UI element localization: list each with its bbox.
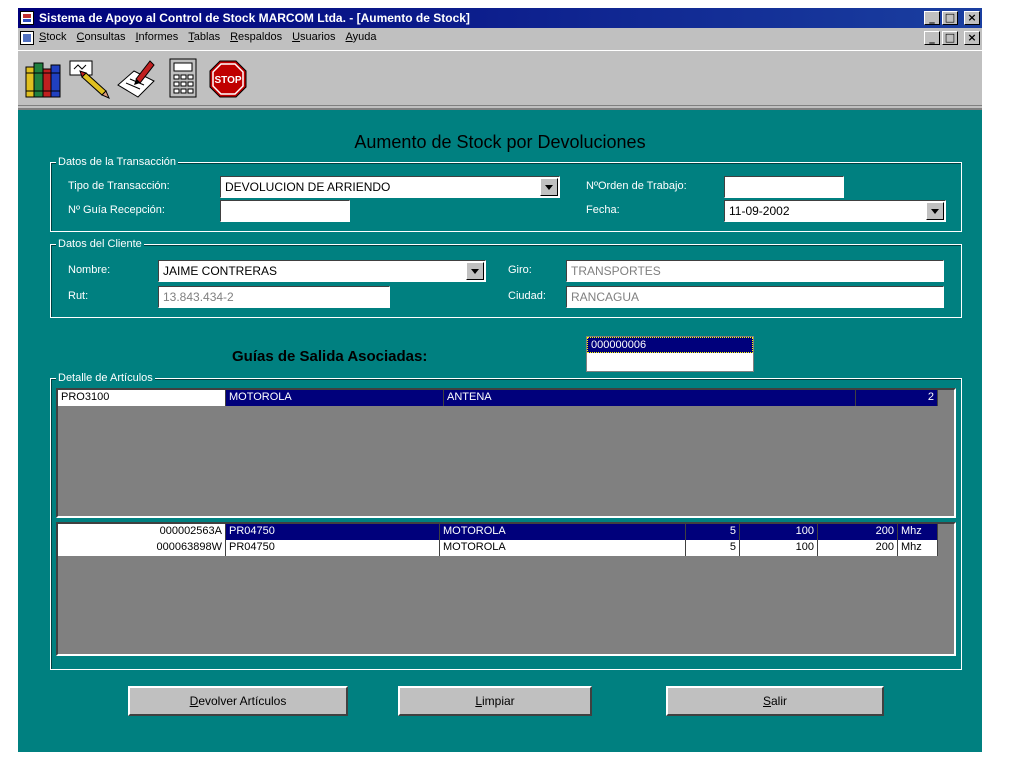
fecha-label: Fecha: <box>586 204 620 216</box>
list-item[interactable]: 000000006 <box>587 337 753 353</box>
menu-consultas[interactable]: Consultas <box>77 31 126 43</box>
chevron-down-icon[interactable] <box>926 202 944 220</box>
cell-cantidad[interactable]: 2 <box>856 390 938 406</box>
articulos-grid[interactable]: PRO3100 MOTOROLA ANTENA 2 <box>56 388 956 518</box>
minimize-button[interactable]: _ <box>924 11 940 25</box>
cell-descripcion[interactable]: ANTENA <box>444 390 856 406</box>
cell-codigo[interactable]: PR04750 <box>226 540 440 556</box>
menu-ayuda[interactable]: Ayuda <box>346 31 377 43</box>
menu-usuarios[interactable]: Usuarios <box>292 31 335 43</box>
fecha-combo[interactable]: 11-09-2002 <box>724 200 946 222</box>
cell-c1[interactable]: 5 <box>686 524 740 540</box>
mdi-restore-button[interactable]: □ <box>942 31 958 45</box>
menu-respaldos[interactable]: Respaldos <box>230 31 282 43</box>
orden-trabajo-label: NºOrden de Trabajo: <box>586 180 687 192</box>
close-button[interactable]: × <box>964 11 980 25</box>
mdi-window-controls: _ □ × <box>924 31 980 45</box>
main-form: Aumento de Stock por Devoluciones Datos … <box>18 108 982 752</box>
giro-label: Giro: <box>508 264 532 276</box>
cell-unidad[interactable]: Mhz <box>898 540 938 556</box>
guias-salida-list[interactable]: 000000006 <box>586 336 754 372</box>
stop-icon[interactable]: STOP <box>206 57 250 101</box>
client-group: Datos del Cliente Nombre: JAIME CONTRERA… <box>50 238 962 318</box>
detail-legend: Detalle de Artículos <box>56 372 155 384</box>
menu-items: Stock Consultas Informes Tablas Respaldo… <box>39 31 377 43</box>
cell-marca[interactable]: MOTOROLA <box>440 524 686 540</box>
document-icon[interactable] <box>20 31 34 45</box>
ciudad-label: Ciudad: <box>508 290 546 302</box>
svg-text:STOP: STOP <box>214 75 241 86</box>
pencil-icon[interactable] <box>68 57 112 101</box>
orden-trabajo-input[interactable] <box>724 176 844 198</box>
rut-label: Rut: <box>68 290 89 302</box>
window-title: Sistema de Apoyo al Control de Stock MAR… <box>39 11 470 25</box>
menu-stock[interactable]: Stock <box>39 31 67 43</box>
transaction-group: Datos de la Transacción Tipo de Transacc… <box>50 156 962 232</box>
guias-salida-label: Guías de Salida Asociadas: <box>232 348 428 365</box>
document-edit-icon[interactable] <box>114 57 158 101</box>
cell-c3[interactable]: 200 <box>818 540 898 556</box>
detail-group: Detalle de Artículos PRO3100 MOTOROLA AN… <box>50 372 962 670</box>
scrollbar[interactable] <box>938 524 954 654</box>
ciudad-input[interactable]: RANCAGUA <box>566 286 944 308</box>
client-legend: Datos del Cliente <box>56 238 144 250</box>
limpiar-button[interactable]: Limpiar <box>398 686 592 716</box>
salir-button[interactable]: Salir <box>666 686 884 716</box>
form-title: Aumento de Stock por Devoluciones <box>354 132 646 152</box>
cell-marca[interactable]: MOTOROLA <box>440 540 686 556</box>
cell-c1[interactable]: 5 <box>686 540 740 556</box>
tipo-transaccion-combo[interactable]: DEVOLUCION DE ARRIENDO <box>220 176 560 198</box>
cell-unidad[interactable]: Mhz <box>898 524 938 540</box>
table-row[interactable]: 000002563A PR04750 MOTOROLA 5 100 200 Mh… <box>58 524 938 540</box>
window-controls: _ □ × <box>924 11 980 25</box>
rut-input[interactable]: 13.843.434-2 <box>158 286 390 308</box>
maximize-button[interactable]: □ <box>942 11 958 25</box>
cell-c3[interactable]: 200 <box>818 524 898 540</box>
cell-c2[interactable]: 100 <box>740 540 818 556</box>
books-icon[interactable] <box>22 57 66 101</box>
toolbar: STOP <box>18 50 982 106</box>
chevron-down-icon[interactable] <box>466 262 484 280</box>
cell-codigo[interactable]: PR04750 <box>226 524 440 540</box>
menu-informes[interactable]: Informes <box>135 31 178 43</box>
table-row[interactable]: PRO3100 MOTOROLA ANTENA 2 <box>58 390 938 406</box>
cell-codigo[interactable]: PRO3100 <box>58 390 226 406</box>
menu-bar: Stock Consultas Informes Tablas Respaldo… <box>18 28 982 48</box>
scrollbar[interactable] <box>938 390 954 516</box>
cell-marca[interactable]: MOTOROLA <box>226 390 444 406</box>
guia-recepcion-input[interactable] <box>220 200 350 222</box>
nombre-label: Nombre: <box>68 264 111 276</box>
cell-c2[interactable]: 100 <box>740 524 818 540</box>
chevron-down-icon[interactable] <box>540 178 558 196</box>
calculator-icon[interactable] <box>160 57 204 101</box>
cell-serie[interactable]: 000002563A <box>58 524 226 540</box>
tipo-transaccion-label: Tipo de Transacción: <box>68 180 170 192</box>
cell-serie[interactable]: 000063898W <box>58 540 226 556</box>
series-grid[interactable]: 000002563A PR04750 MOTOROLA 5 100 200 Mh… <box>56 522 956 656</box>
table-row[interactable]: 000063898W PR04750 MOTOROLA 5 100 200 Mh… <box>58 540 938 556</box>
giro-input[interactable]: TRANSPORTES <box>566 260 944 282</box>
title-bar[interactable]: Sistema de Apoyo al Control de Stock MAR… <box>18 8 982 28</box>
devolver-articulos-button[interactable]: Devolver Artículos <box>128 686 348 716</box>
app-icon[interactable] <box>20 11 34 25</box>
mdi-close-button[interactable]: × <box>964 31 980 45</box>
app-window: Sistema de Apoyo al Control de Stock MAR… <box>18 8 982 752</box>
guia-recepcion-label: Nº Guía Recepción: <box>68 204 165 216</box>
mdi-minimize-button[interactable]: _ <box>924 31 940 45</box>
nombre-combo[interactable]: JAIME CONTRERAS <box>158 260 486 282</box>
menu-tablas[interactable]: Tablas <box>188 31 220 43</box>
transaction-legend: Datos de la Transacción <box>56 156 179 168</box>
